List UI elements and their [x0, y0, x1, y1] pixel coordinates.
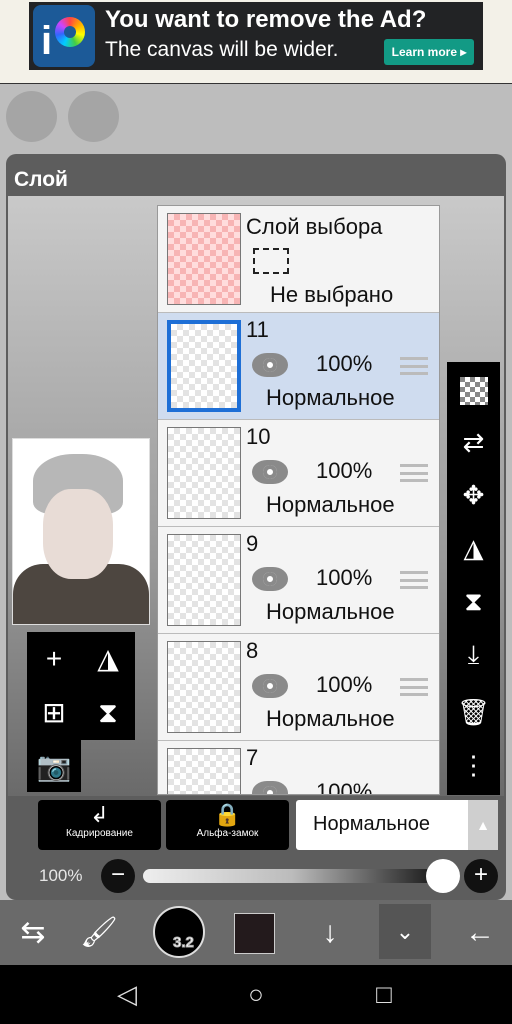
selection-status: Не выбрано [270, 282, 394, 307]
layer-blend: Нормальное [266, 492, 395, 517]
drag-handle-icon[interactable] [400, 357, 428, 375]
blend-mode-select[interactable]: Нормальное ▲ [296, 800, 498, 850]
brush-size: 3.2 [173, 934, 195, 952]
collapse-icon[interactable]: ⌄ [379, 904, 431, 959]
layer-number: 11 [246, 317, 269, 342]
ad-title: You want to remove the Ad? [105, 6, 427, 33]
layer-thumbnail [167, 427, 241, 519]
opacity-label: 100% [39, 866, 83, 885]
brush-icon[interactable]: 🖌 [74, 900, 124, 965]
layer-opacity: 100% [316, 351, 373, 376]
layer-row[interactable]: 10 100% Нормальное [158, 420, 439, 527]
eye-icon[interactable] [252, 781, 288, 794]
panel-title: Слой [14, 168, 68, 191]
tool-switch-icon[interactable]: ⇆ [8, 900, 58, 965]
trash-icon[interactable]: 🗑 [447, 687, 500, 737]
layer-opacity: 100% [316, 779, 373, 795]
undo-button[interactable] [6, 91, 57, 142]
layer-row[interactable]: 7 100% [158, 741, 439, 795]
eye-icon[interactable] [252, 567, 288, 591]
layer-opacity: 100% [316, 565, 373, 590]
learn-more-button[interactable]: Learn more ▸ [384, 39, 474, 65]
layer-blend: Нормальное [266, 706, 395, 731]
canvas-preview[interactable] [12, 438, 150, 625]
layer-thumbnail [167, 213, 241, 305]
alpha-lock-label: Альфа-замок [196, 828, 259, 839]
clipping-label: Кадрирование [66, 828, 133, 839]
opacity-decrease-button[interactable]: − [101, 859, 135, 893]
drag-handle-icon[interactable] [400, 678, 428, 696]
drag-handle-icon[interactable] [400, 464, 428, 482]
eye-icon[interactable] [252, 674, 288, 698]
eye-icon[interactable] [252, 460, 288, 484]
drag-handle-icon[interactable] [400, 571, 428, 589]
layer-blend: Нормальное [266, 385, 395, 410]
recents-icon[interactable]: □ [354, 965, 414, 1024]
opacity-increase-button[interactable]: + [464, 859, 498, 893]
clipping-button[interactable]: ↲ Кадрирование [38, 800, 161, 850]
layer-opacity: 100% [316, 458, 373, 483]
ad-bar: i You want to remove the Ad? The canvas … [0, 0, 512, 84]
merge-down-icon[interactable]: ⤓ [447, 629, 500, 679]
layer-thumbnail [167, 534, 241, 626]
lock-icon: 🔒 [213, 802, 242, 827]
transparency-icon[interactable] [447, 364, 500, 414]
layer-blend: Нормальное [266, 599, 395, 624]
layer-thumbnail [167, 748, 241, 794]
layer-thumbnail [167, 320, 241, 412]
clipping-icon: ↲ [90, 802, 109, 827]
camera-icon[interactable]: 📷 [27, 740, 81, 794]
selection-layer-row[interactable]: Слой выбора Не выбрано [158, 206, 439, 313]
selection-icon [253, 248, 289, 274]
opacity-slider[interactable] [143, 869, 443, 883]
layer-row[interactable]: 8 100% Нормальное [158, 634, 439, 741]
add-copy-icon[interactable]: ⊞ [27, 686, 81, 740]
layer-thumbnail [167, 641, 241, 733]
left-toolbar: + ◮ ⊞ ⧗ [27, 632, 135, 740]
layer-row[interactable]: 9 100% Нормальное [158, 527, 439, 634]
chevron-up-icon[interactable]: ▲ [468, 800, 498, 850]
right-toolbar: ⇄ ✥ ◮ ⧗ ⤓ 🗑 ⋮ [447, 362, 500, 795]
left-toolbar-camera: 📷 [27, 740, 81, 792]
eye-icon[interactable] [252, 353, 288, 377]
swap-icon[interactable]: ⇄ [447, 417, 500, 467]
redo-button[interactable] [68, 91, 119, 142]
layer-number: 10 [246, 424, 271, 449]
flip-vertical-icon[interactable]: ⧗ [447, 576, 500, 626]
flip-horizontal-icon[interactable]: ◮ [447, 523, 500, 573]
rotate-icon[interactable]: ⧗ [81, 686, 135, 740]
layer-number: 9 [246, 531, 259, 556]
layer-opacity: 100% [316, 672, 373, 697]
ibispaint-logo: i [33, 5, 95, 67]
home-icon[interactable]: ○ [226, 965, 286, 1024]
back-icon[interactable]: ◁ [97, 965, 157, 1024]
color-swatch[interactable] [234, 913, 275, 954]
ad-banner[interactable]: i You want to remove the Ad? The canvas … [29, 2, 483, 70]
back-arrow-icon[interactable]: ← [450, 900, 510, 965]
blend-mode-value: Нормальное [313, 813, 430, 835]
add-layer-icon[interactable]: + [27, 632, 81, 686]
ad-subtitle: The canvas will be wider. [105, 38, 339, 61]
more-icon[interactable]: ⋮ [447, 740, 500, 790]
flip-icon[interactable]: ◮ [81, 632, 135, 686]
layer-row[interactable]: 11 100% Нормальное [158, 313, 439, 420]
move-icon[interactable]: ✥ [447, 470, 500, 520]
layer-number: 7 [246, 745, 259, 770]
alpha-lock-button[interactable]: 🔒 Альфа-замок [166, 800, 289, 850]
brush-size-button[interactable]: 3.2 [153, 906, 205, 958]
selection-layer-name: Слой выбора [246, 214, 383, 239]
layer-list[interactable]: Слой выбора Не выбрано 11 100% Нормально… [157, 205, 440, 795]
android-nav-bar: ◁ ○ □ [0, 965, 512, 1024]
opacity-slider-handle[interactable] [426, 859, 460, 893]
arrow-down-icon[interactable]: ↓ [300, 900, 360, 965]
layer-number: 8 [246, 638, 259, 663]
